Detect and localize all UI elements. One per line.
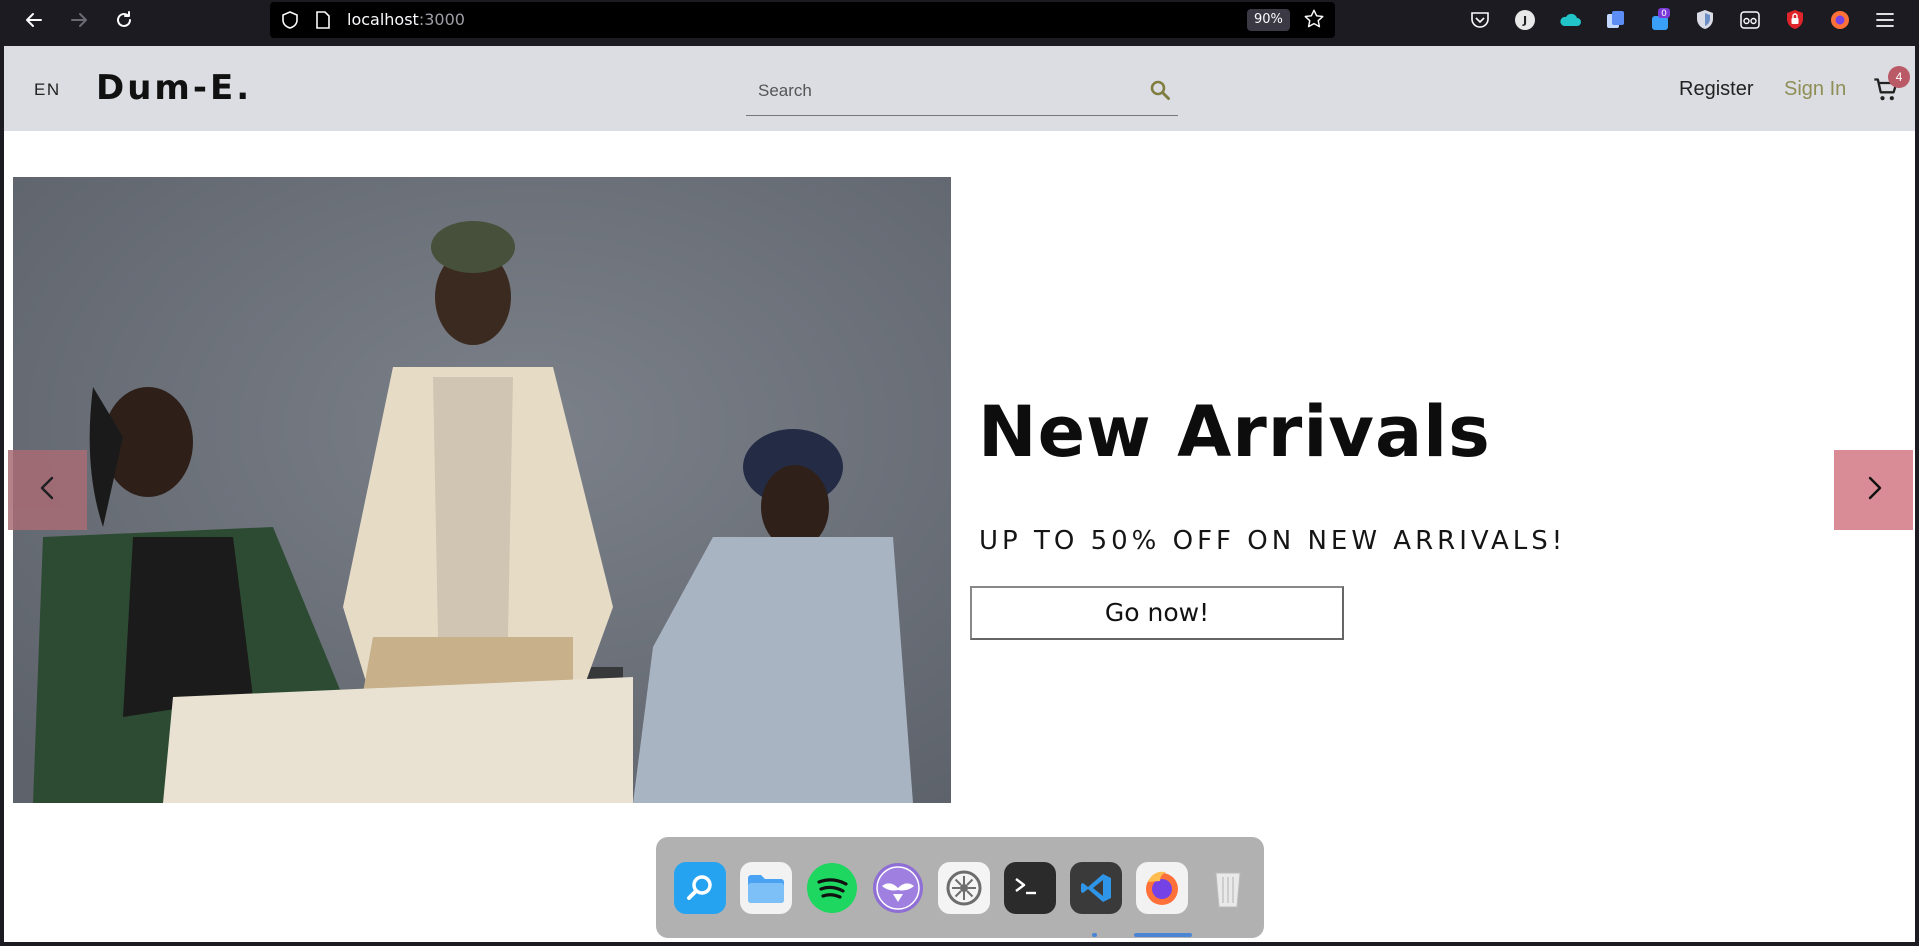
menu-hamburger-icon[interactable]	[1872, 7, 1898, 33]
search-icon[interactable]	[1148, 78, 1174, 104]
url-text[interactable]: localhost:3000	[347, 10, 465, 29]
chevron-right-icon	[1863, 475, 1885, 505]
page-icon[interactable]	[314, 10, 332, 34]
app-dock	[656, 837, 1264, 938]
search-box	[746, 66, 1178, 116]
browser-toolbar: localhost:3000 90% J 0	[0, 0, 1919, 40]
firefox-icon[interactable]	[1136, 862, 1188, 914]
site-logo[interactable]: Dum-E.	[96, 68, 252, 108]
zoom-badge[interactable]: 90%	[1247, 9, 1290, 31]
cards-icon[interactable]	[1602, 7, 1628, 33]
forward-icon[interactable]	[65, 6, 93, 34]
account-j-icon[interactable]: J	[1512, 7, 1538, 33]
bookmark-star-icon[interactable]	[1303, 8, 1327, 32]
firefox-account-icon[interactable]	[1827, 7, 1853, 33]
back-icon[interactable]	[20, 6, 48, 34]
settings-gear-icon[interactable]	[938, 862, 990, 914]
svg-text:J: J	[1522, 14, 1527, 27]
hero-image	[13, 177, 951, 803]
signin-link[interactable]: Sign In	[1784, 78, 1846, 101]
lock-shield-icon[interactable]	[1782, 7, 1808, 33]
shield-icon[interactable]	[280, 10, 300, 34]
language-selector[interactable]: EN	[34, 80, 61, 100]
search-input[interactable]	[758, 78, 1118, 104]
dock-active-indicator	[1134, 933, 1192, 937]
web-page: EN Dum-E. Register Sign In 4	[4, 46, 1915, 942]
cloud-icon[interactable]	[1557, 7, 1583, 33]
slider-prev-button[interactable]	[8, 450, 87, 530]
shield-ext-icon[interactable]	[1692, 7, 1718, 33]
svg-text:0: 0	[1661, 9, 1667, 19]
dock-running-indicator	[1092, 933, 1097, 937]
trash-icon[interactable]	[1202, 862, 1254, 914]
files-icon[interactable]	[740, 862, 792, 914]
hero-subtitle: UP TO 50% OFF ON NEW ARRIVALS!	[979, 526, 1567, 556]
pocket-icon[interactable]	[1467, 7, 1493, 33]
register-link[interactable]: Register	[1679, 78, 1753, 101]
beard-app-icon[interactable]	[872, 862, 924, 914]
spotify-icon[interactable]	[806, 862, 858, 914]
cart-count-badge: 4	[1888, 66, 1910, 88]
extension-badge-icon[interactable]: 0	[1647, 7, 1673, 33]
reader-glasses-icon[interactable]	[1737, 7, 1763, 33]
hero-title: New Arrivals	[978, 391, 1491, 473]
url-bar[interactable]: localhost:3000 90%	[270, 2, 1335, 38]
chevron-left-icon	[37, 475, 59, 505]
reload-icon[interactable]	[110, 6, 138, 34]
go-now-button[interactable]: Go now!	[970, 586, 1344, 640]
terminal-icon[interactable]	[1004, 862, 1056, 914]
vscode-icon[interactable]	[1070, 862, 1122, 914]
search-app-icon[interactable]	[674, 862, 726, 914]
site-header: EN Dum-E. Register Sign In 4	[4, 46, 1915, 131]
slider-next-button[interactable]	[1834, 450, 1913, 530]
